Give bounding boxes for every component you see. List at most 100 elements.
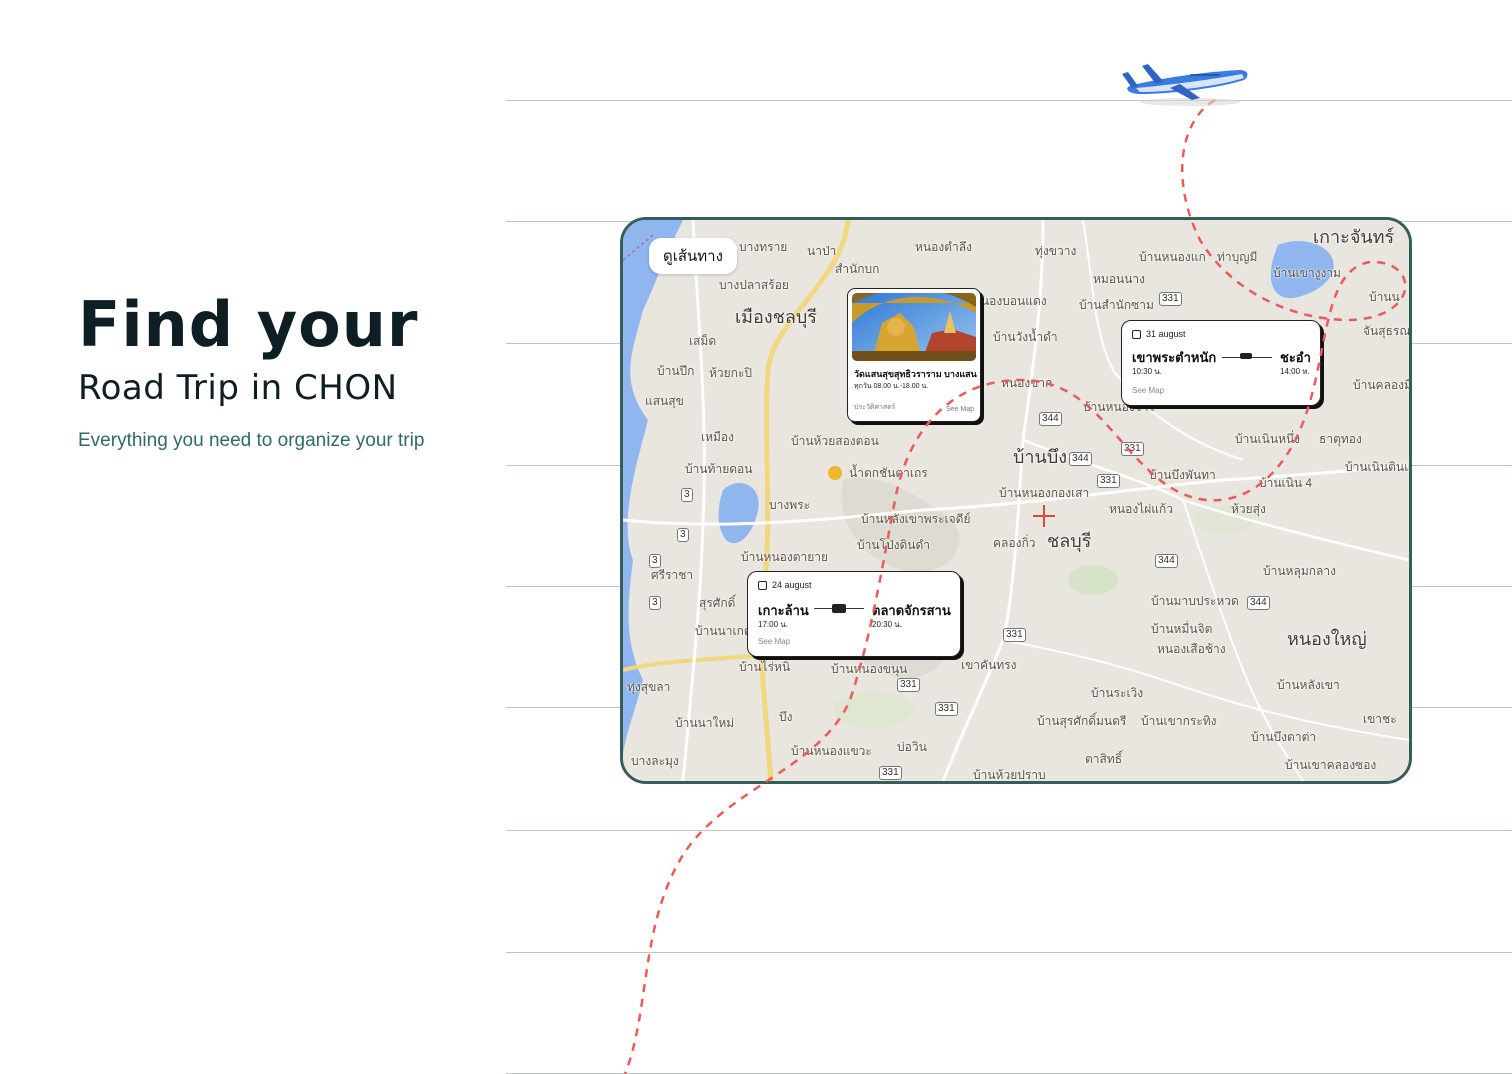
map-label: บ้านเขางูงาม [1273, 266, 1341, 280]
map-label: บ้านท้ายดอน [685, 462, 753, 476]
map-label: บ้านปึก [657, 364, 695, 378]
road-shield: 331 [879, 766, 902, 780]
road-shield: 344 [1155, 554, 1178, 568]
map-label: จันสุธรณ [1363, 324, 1411, 338]
map-label: บ้านสุรศักดิ์มนตรี [1037, 714, 1127, 728]
map-label: บ้านวังน้ำดำ [993, 330, 1058, 344]
map-label: บางปลาสร้อย [719, 278, 789, 292]
map-label: บ้านสำนักซาม [1079, 298, 1154, 312]
map-label: บ้านเนินตินแ [1345, 460, 1412, 474]
place-name: วัดแสนสุขสุทธิวราราม บางแสน [854, 369, 977, 379]
road-shield: 3 [649, 554, 661, 568]
map-label: บ้านโป่งดินดำ [857, 538, 931, 552]
map-label: ตาสิทธิ์ [1085, 752, 1123, 766]
see-map-link[interactable]: See Map [1132, 386, 1164, 395]
map-label: หนองขาก [1001, 376, 1053, 390]
map-label: บางละมุง [631, 754, 679, 768]
map-label: เหมือง [701, 430, 734, 444]
map-label: หนองบอนแดง [973, 294, 1047, 308]
map-label: บ้านเขากระทิง [1141, 714, 1217, 728]
see-map-link[interactable]: See Map [946, 406, 974, 413]
map-label: เมืองชลบุรี [735, 307, 817, 327]
map-label: บ้านนาใหม่ [675, 716, 735, 730]
hero-title: Find your [78, 288, 419, 361]
trip-origin-time: 17:00 น. [758, 620, 788, 629]
road-shield: 3 [681, 488, 693, 502]
map-label: ศรีราชา [651, 568, 694, 582]
map-label: ห้วยสุ่ง [1231, 502, 1266, 516]
road-shield: 3 [677, 528, 689, 542]
trip-date-text: 31 august [1146, 329, 1186, 339]
map-label: เสม็ด [689, 334, 717, 348]
map-label: ธาตุทอง [1319, 432, 1362, 446]
view-route-button[interactable]: ดูเส้นทาง [649, 238, 737, 274]
map-label: บ้านห้วยสองตอน [791, 434, 879, 448]
map-label: ชลบุรี [1047, 531, 1092, 551]
map-label: บ้านหนองกองเสา [999, 486, 1090, 500]
temple-photo [852, 293, 976, 361]
map-label: บ้านเนินหนึ่ง [1235, 432, 1301, 446]
map-label: หนองไผ่แก้ว [1109, 502, 1173, 516]
calendar-icon [1132, 329, 1141, 339]
map-label: ทุ่งสุขลา [627, 680, 671, 694]
map-label: บ้านนาเกตุ [695, 624, 752, 638]
trip-date: 24 august [758, 580, 812, 590]
map-label: บางทราย [739, 240, 788, 254]
bus-icon [832, 604, 846, 613]
road-shield: 331 [1097, 474, 1120, 488]
hero-section: Find your Road Trip in CHON Everything y… [78, 288, 498, 452]
road-shield: 344 [1247, 596, 1270, 610]
map-label: ท่าบุญมี [1217, 250, 1258, 264]
hero-tagline: Everything you need to organize your tri… [78, 430, 425, 451]
road-shield: 344 [1069, 452, 1092, 466]
map-label: บ้านหนองขนุน [831, 662, 908, 676]
map-label: นาป่า [807, 244, 837, 258]
map-label: เขาคันทรง [961, 658, 1017, 672]
map-label: บ้านน [1369, 290, 1400, 304]
place-hours: ทุกวัน 08.00 น.-18.00 น. [854, 383, 929, 390]
map-label: บ้านห้วยปราบ [973, 768, 1046, 782]
see-map-link[interactable]: See Map [758, 637, 790, 646]
map-label: บ้านหนองแก [1139, 250, 1206, 264]
map-label: บ้านหมื่นจิต [1151, 622, 1213, 636]
trip-card[interactable]: 24 august เกาะล้าน 17:00 น. ตลาดจักรสาน … [747, 571, 961, 657]
road-shield: 331 [1121, 442, 1144, 456]
map-label: บ้านหลังเขา [1277, 678, 1340, 692]
map-label: น้ำตกชันตาเถร [849, 466, 928, 480]
map-label: บ้านเนิน 4 [1259, 476, 1313, 490]
history-link[interactable]: ประวัติศาสตร์ [854, 402, 895, 413]
road-shield: 331 [1003, 628, 1026, 642]
map-label: บ้านคลองมื [1353, 378, 1412, 392]
map-label: เขาชะ [1363, 712, 1397, 726]
map-label: บ้านมาบประหวด [1151, 594, 1239, 608]
map-label: บ่อวิน [897, 740, 927, 754]
road-shield: 331 [1159, 292, 1182, 306]
map-label: บ้านไร่หนิ [739, 660, 791, 674]
trip-date-text: 24 august [772, 580, 812, 590]
map-label: หนองใหญ่ [1287, 629, 1367, 649]
map-label: สำนักบก [835, 262, 880, 276]
airplane-icon [1122, 64, 1248, 106]
trip-destination-time: 20:30 น. [872, 620, 902, 629]
map-label: บ้านหลังเขาพระเจดีย์ [861, 512, 971, 526]
road-shield: 3 [649, 596, 661, 610]
place-card[interactable]: วัดแสนสุขสุทธิวราราม บางแสน ทุกวัน 08.00… [847, 288, 981, 422]
map-label: บ้านหนองแขวะ [791, 744, 872, 758]
map-label: บ้านบึงพันทา [1149, 468, 1216, 482]
map-label: หนองตำลึง [915, 240, 972, 254]
map-label: บึง [779, 710, 793, 724]
trip-destination-time: 14:00 ห. [1280, 367, 1310, 376]
map-label: บ้านหลุมกลาง [1263, 564, 1336, 578]
bus-icon [1240, 353, 1252, 359]
trip-date: 31 august [1132, 329, 1186, 339]
map-label: ห้วยกะปิ [709, 366, 753, 380]
map-label: บ้านเขาคลองซอง [1285, 758, 1377, 772]
map-view[interactable]: เมืองชลบุรี ชลบุรี บ้านบึง หนองใหญ่ เกาะ… [620, 217, 1412, 784]
trip-card[interactable]: 31 august เขาพระตำหนัก 10:30 น. ชะอำ 14:… [1121, 320, 1321, 406]
map-label: บ้านบึงตาต่า [1251, 730, 1317, 744]
rule-line [506, 952, 1512, 953]
hero-subtitle: Road Trip in CHON [78, 368, 398, 408]
trip-origin-time: 10:30 น. [1132, 367, 1162, 376]
map-label: บ้านหนองตายาย [741, 550, 829, 564]
map-label: บางพระ [769, 498, 811, 512]
